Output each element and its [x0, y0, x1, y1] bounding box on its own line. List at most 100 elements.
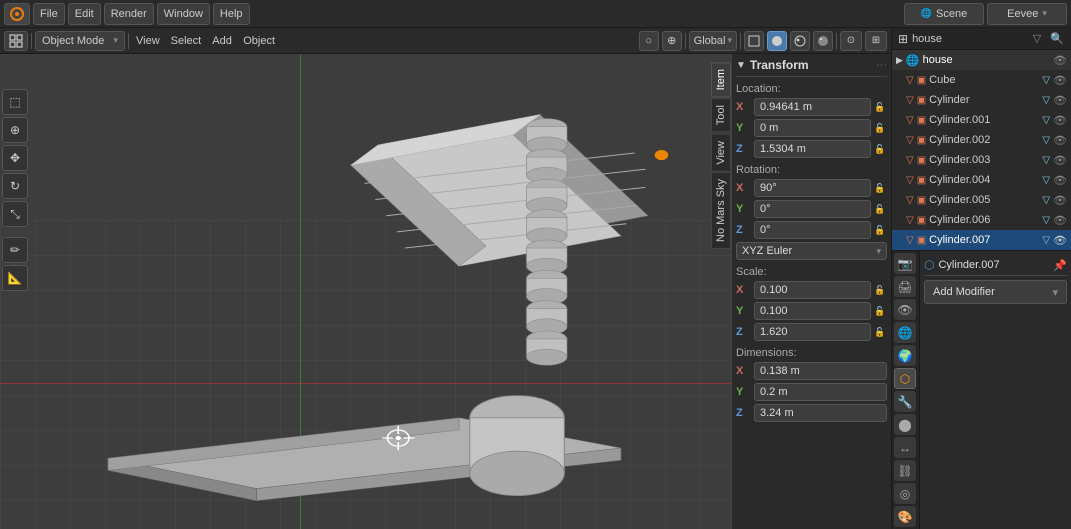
engine-selector[interactable]: Eevee ▾ [987, 3, 1067, 25]
eye-icon-cylinder-005[interactable]: 👁 [1053, 194, 1067, 207]
view-layer-props-tab[interactable]: 👁 [894, 299, 916, 320]
eye-icon-cylinder-006[interactable]: 👁 [1053, 214, 1067, 227]
rotate-tool[interactable]: ↻ [2, 173, 28, 199]
overlay-btn[interactable]: ⊙ [840, 31, 862, 51]
mode-selector[interactable]: Object Mode ▾ [35, 31, 125, 51]
add-modifier-button[interactable]: Add Modifier ▾ [924, 280, 1067, 304]
dim-z-field[interactable]: 3.24 m [754, 404, 887, 422]
outliner-item-cylinder-001[interactable]: ▽ ▣ Cylinder.001 ▽ 👁 [892, 110, 1071, 130]
eye-icon-cylinder-004[interactable]: 👁 [1053, 174, 1067, 187]
outliner-item-cylinder-004[interactable]: ▽ ▣ Cylinder.004 ▽ 👁 [892, 170, 1071, 190]
annotate-tool[interactable]: ✏ [2, 237, 28, 263]
no-mars-sky-tab[interactable]: No Mars Sky [711, 172, 731, 249]
scale-y-lock[interactable]: 🔓 [873, 304, 887, 318]
proportional-edit-btn[interactable]: ○ [639, 31, 659, 51]
edit-menu[interactable]: Edit [68, 3, 101, 25]
view-tab[interactable]: View [711, 134, 731, 172]
object-props-tab[interactable]: ⬡ [894, 368, 916, 389]
eye-icon-house[interactable]: 👁 [1053, 54, 1067, 67]
outliner-search-btn[interactable]: 🔍 [1049, 31, 1065, 47]
scale-x-field[interactable]: 0.100 [754, 281, 871, 299]
scene-props-tab[interactable]: 🌐 [894, 322, 916, 343]
select-menu-btn[interactable]: Select [167, 31, 206, 51]
rotation-mode-dropdown[interactable]: XYZ Euler ▾ [736, 242, 887, 260]
outliner-item-cylinder-007[interactable]: ▽ ▣ Cylinder.007 ▽ 👁 [892, 230, 1071, 250]
dim-x-field[interactable]: 0.138 m [754, 362, 887, 380]
move-tool[interactable]: ✥ [2, 145, 28, 171]
add-menu-btn[interactable]: Add [208, 31, 236, 51]
outliner-item-cube[interactable]: ▽ ▣ Cube ▽ 👁 [892, 70, 1071, 90]
rendered-btn[interactable] [813, 31, 833, 51]
location-x-lock[interactable]: 🔓 [873, 100, 887, 114]
outliner-item-cylinder-005[interactable]: ▽ ▣ Cylinder.005 ▽ 👁 [892, 190, 1071, 210]
constraints-props-tab[interactable]: ⛓ [894, 460, 916, 481]
eye-icon-cylinder-001[interactable]: 👁 [1053, 114, 1067, 127]
scale-section: Scale: X 0.100 🔓 Y 0.100 [736, 266, 887, 341]
location-z-lock[interactable]: 🔓 [873, 142, 887, 156]
outliner-header: ⊞ house ▽ 🔍 [892, 28, 1071, 50]
object-menu-btn[interactable]: Object [239, 31, 279, 51]
location-y-field[interactable]: 0 m [754, 119, 871, 137]
window-menu[interactable]: Window [157, 3, 210, 25]
rotation-y-lock[interactable]: 🔓 [873, 202, 887, 216]
item-tab[interactable]: Item [711, 62, 731, 97]
outliner-filter-btn[interactable]: ▽ [1029, 31, 1045, 47]
render-props-tab[interactable]: 📷 [894, 253, 916, 274]
rotation-x-lock[interactable]: 🔓 [873, 181, 887, 195]
particles-props-tab[interactable]: ⬤ [894, 414, 916, 435]
scene-selector[interactable]: 🌐 Scene [904, 3, 984, 25]
outliner-item-cylinder-006[interactable]: ▽ ▣ Cylinder.006 ▽ 👁 [892, 210, 1071, 230]
select-box-tool[interactable]: ⬚ [2, 89, 28, 115]
outliner-item-cylinder-003[interactable]: ▽ ▣ Cylinder.003 ▽ 👁 [892, 150, 1071, 170]
scale-x-row: X 0.100 🔓 [736, 281, 887, 299]
eye-icon-cylinder-003[interactable]: 👁 [1053, 154, 1067, 167]
eye-icon-cylinder-002[interactable]: 👁 [1053, 134, 1067, 147]
tool-tab[interactable]: Tool [711, 98, 731, 132]
object-data-props-tab[interactable]: ◎ [894, 483, 916, 504]
rotation-y-field[interactable]: 0° [754, 200, 871, 218]
location-x-field[interactable]: 0.94641 m [754, 98, 871, 116]
eye-icon-cylinder-007[interactable]: 👁 [1053, 234, 1067, 247]
scale-y-field[interactable]: 0.100 [754, 302, 871, 320]
physics-props-tab[interactable]: ↔ [894, 437, 916, 458]
file-menu[interactable]: File [33, 3, 65, 25]
render-menu[interactable]: Render [104, 3, 154, 25]
eye-icon-cylinder[interactable]: 👁 [1053, 94, 1067, 107]
location-z-field[interactable]: 1.5304 m [754, 140, 871, 158]
global-local-btn[interactable]: Global ▾ [689, 31, 737, 51]
snap-btn[interactable]: ⊕ [662, 31, 682, 51]
material-preview-btn[interactable] [790, 31, 810, 51]
n-panel-triangle: ▼ [736, 60, 746, 71]
material-props-tab[interactable]: 🎨 [894, 506, 916, 527]
outliner-item-cylinder[interactable]: ▽ ▣ Cylinder ▽ 👁 [892, 90, 1071, 110]
scale-z-field[interactable]: 1.620 [754, 323, 871, 341]
dim-y-field[interactable]: 0.2 m [754, 383, 887, 401]
wireframe-btn[interactable] [744, 31, 764, 51]
gizmo-btn[interactable]: ⊞ [865, 31, 887, 51]
editor-type-btn[interactable] [4, 31, 28, 51]
outliner-item-house[interactable]: ▶ 🌐 house 👁 [892, 50, 1071, 70]
measure-tool[interactable]: 📐 [2, 265, 28, 291]
location-y-lock[interactable]: 🔓 [873, 121, 887, 135]
world-props-tab[interactable]: 🌍 [894, 345, 916, 366]
solid-shading-btn[interactable] [767, 31, 787, 51]
outliner-item-cylinder-002[interactable]: ▽ ▣ Cylinder.002 ▽ 👁 [892, 130, 1071, 150]
cursor-tool[interactable]: ⊕ [2, 117, 28, 143]
rotation-y-row: Y 0° 🔓 [736, 200, 887, 218]
rotation-x-field[interactable]: 90° [754, 179, 871, 197]
rotation-z-field[interactable]: 0° [754, 221, 871, 239]
rotation-z-lock[interactable]: 🔓 [873, 223, 887, 237]
view-menu-btn[interactable]: View [132, 31, 164, 51]
blender-logo[interactable] [4, 3, 30, 25]
modifier-props-tab[interactable]: 🔧 [894, 391, 916, 412]
eye-icon-cube[interactable]: 👁 [1053, 74, 1067, 87]
pin-icon[interactable]: 📌 [1053, 259, 1067, 272]
viewport-3d[interactable]: Z X Y [0, 54, 891, 529]
viewport-area: Object Mode ▾ View Select Add Object ○ ⊕… [0, 28, 891, 529]
dim-x-row: X 0.138 m [736, 362, 887, 380]
scale-z-lock[interactable]: 🔓 [873, 325, 887, 339]
output-props-tab[interactable]: 🖨 [894, 276, 916, 297]
scale-x-lock[interactable]: 🔓 [873, 283, 887, 297]
scale-tool[interactable]: ⤡ [2, 201, 28, 227]
help-menu[interactable]: Help [213, 3, 250, 25]
